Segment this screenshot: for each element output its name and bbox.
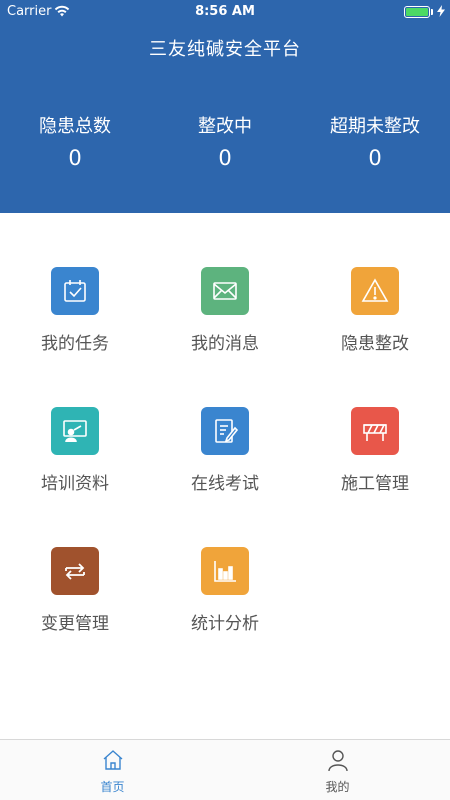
charging-bolt-icon [437, 5, 445, 17]
stat-overdue[interactable]: 超期未整改 0 [300, 112, 450, 170]
tab-home[interactable]: 首页 [0, 740, 225, 800]
swap-arrows-icon [51, 547, 99, 595]
tab-label: 我的 [325, 780, 350, 794]
clock: 8:56 AM [195, 4, 255, 19]
stat-label: 隐患总数 [39, 116, 111, 137]
training-board-icon [51, 407, 99, 455]
menu-item-label: 统计分析 [191, 614, 259, 634]
home-icon [103, 750, 123, 770]
stat-value: 0 [68, 146, 82, 170]
barrier-icon [351, 407, 399, 455]
menu-item-label: 在线考试 [191, 474, 259, 494]
bar-chart-icon [201, 547, 249, 595]
tab-mine[interactable]: 我的 [225, 740, 450, 800]
menu-item-label: 我的任务 [41, 334, 109, 354]
calendar-check-icon [51, 267, 99, 315]
menu-item-online-exam[interactable]: 在线考试 [150, 407, 300, 517]
page-title: 三友纯碱安全平台 [149, 39, 301, 60]
hazard-stats: 隐患总数 0 整改中 0 超期未整改 0 [0, 112, 450, 172]
feature-grid: 我的任务 我的消息 隐患整改 培训资料 在线考试 施工管理 变更管理 统计分析 [0, 213, 450, 739]
menu-item-statistics[interactable]: 统计分析 [150, 547, 300, 657]
stat-total-hazards[interactable]: 隐患总数 0 [0, 112, 150, 170]
exam-edit-icon [201, 407, 249, 455]
menu-item-training-materials[interactable]: 培训资料 [0, 407, 150, 517]
menu-item-label: 我的消息 [191, 334, 259, 354]
stat-value: 0 [218, 146, 232, 170]
menu-item-construction-management[interactable]: 施工管理 [300, 407, 450, 517]
menu-item-label: 隐患整改 [341, 334, 409, 354]
menu-item-change-management[interactable]: 变更管理 [0, 547, 150, 657]
tab-label: 首页 [100, 780, 125, 794]
warning-icon [351, 267, 399, 315]
battery-tip [431, 9, 433, 15]
stat-label: 超期未整改 [330, 116, 420, 137]
app-screen: Carrier 8:56 AM 三友纯碱安全平台 隐患总数 0 整改中 0 超期… [0, 0, 450, 800]
menu-item-my-messages[interactable]: 我的消息 [150, 267, 300, 377]
menu-item-hazard-rectification[interactable]: 隐患整改 [300, 267, 450, 377]
header: Carrier 8:56 AM 三友纯碱安全平台 隐患总数 0 整改中 0 超期… [0, 0, 450, 213]
stat-value: 0 [368, 146, 382, 170]
user-icon [328, 750, 348, 772]
stat-in-rectification[interactable]: 整改中 0 [150, 112, 300, 170]
mail-icon [201, 267, 249, 315]
menu-item-label: 施工管理 [341, 474, 409, 494]
status-bar: Carrier 8:56 AM [0, 0, 450, 24]
menu-item-label: 培训资料 [41, 474, 109, 494]
battery-icon [404, 6, 430, 18]
stat-label: 整改中 [198, 116, 252, 137]
menu-item-label: 变更管理 [41, 614, 109, 634]
tab-bar: 首页 我的 [0, 739, 450, 800]
menu-item-my-tasks[interactable]: 我的任务 [0, 267, 150, 377]
